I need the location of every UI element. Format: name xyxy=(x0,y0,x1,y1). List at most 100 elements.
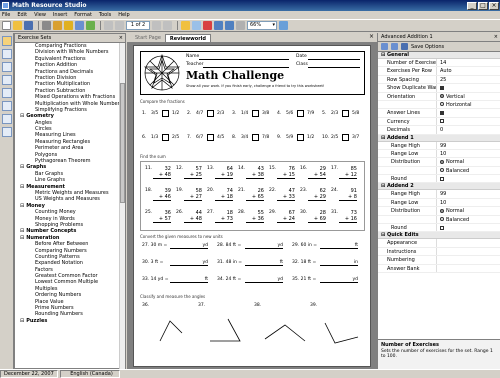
last-page-icon[interactable] xyxy=(163,21,172,30)
radio-button[interactable] xyxy=(440,217,444,222)
property-value[interactable] xyxy=(436,109,500,117)
checkbox[interactable] xyxy=(440,225,444,230)
property-row[interactable]: Distribution Normal xyxy=(378,158,500,167)
radio-button[interactable] xyxy=(440,102,444,107)
property-value[interactable] xyxy=(436,224,500,232)
property-value[interactable]: 14 xyxy=(436,59,500,67)
property-row[interactable]: Round xyxy=(378,175,500,184)
answer-line[interactable]: yd xyxy=(170,243,208,249)
answer-line[interactable]: yd xyxy=(245,243,283,249)
save-icon[interactable] xyxy=(401,43,408,50)
checkbox[interactable] xyxy=(440,119,444,124)
answer-line[interactable]: ft xyxy=(320,243,358,249)
property-value[interactable]: Auto xyxy=(436,67,500,75)
comparison-box[interactable] xyxy=(297,134,304,141)
menu-help[interactable]: Help xyxy=(118,12,129,18)
money-icon[interactable] xyxy=(2,114,12,124)
property-group[interactable]: General xyxy=(378,52,500,59)
property-value[interactable]: 99 xyxy=(436,141,500,149)
chart-icon[interactable] xyxy=(2,88,12,98)
answer-line[interactable]: yd xyxy=(170,260,208,266)
folder-icon[interactable] xyxy=(181,21,190,30)
answer-line[interactable]: yd xyxy=(320,277,358,283)
delete-icon[interactable] xyxy=(203,21,212,30)
menu-tools[interactable]: Tools xyxy=(99,12,111,18)
checkbox[interactable] xyxy=(440,85,444,90)
new-icon[interactable] xyxy=(2,21,11,30)
property-row[interactable]: Orientation Vertical xyxy=(378,92,500,101)
prev-page-icon[interactable] xyxy=(115,21,124,30)
quick-edit-row[interactable]: Answer Bank xyxy=(378,264,500,273)
comparison-box[interactable] xyxy=(162,110,169,117)
undo-icon[interactable] xyxy=(214,21,223,30)
quick-edit-value[interactable] xyxy=(436,247,500,256)
shuffle-icon[interactable] xyxy=(75,21,84,30)
table-icon[interactable] xyxy=(2,75,12,85)
property-value[interactable]: 0 xyxy=(436,126,500,134)
property-value[interactable] xyxy=(436,117,500,126)
help-icon[interactable] xyxy=(279,21,288,30)
quick-edit-value[interactable] xyxy=(436,264,500,272)
save-icon[interactable] xyxy=(24,21,33,30)
comparison-box[interactable] xyxy=(342,134,349,141)
answer-line[interactable]: in xyxy=(320,260,358,266)
property-row[interactable]: Answer Lines xyxy=(378,109,500,118)
radio-button[interactable] xyxy=(440,94,444,99)
property-row[interactable]: Horizontal xyxy=(378,100,500,110)
answer-line[interactable]: ft xyxy=(170,277,208,283)
property-row[interactable]: Balanced xyxy=(378,166,500,176)
quick-edit-row[interactable]: Instructions xyxy=(378,247,500,257)
comparison-box[interactable] xyxy=(207,134,214,141)
checkbox[interactable] xyxy=(440,176,444,181)
property-group[interactable]: Addend 2 xyxy=(378,183,500,191)
property-row[interactable]: Row Spacing 25 xyxy=(378,75,500,85)
print-icon[interactable] xyxy=(42,21,51,30)
property-value[interactable]: Balanced xyxy=(436,215,500,224)
ruler-icon[interactable] xyxy=(2,127,12,137)
menu-view[interactable]: View xyxy=(34,12,46,18)
quick-edit-row[interactable]: Appearance xyxy=(378,239,500,248)
property-value[interactable]: Normal xyxy=(436,158,500,166)
property-group[interactable]: Addend 1 xyxy=(378,134,500,142)
scrollbar-thumb[interactable] xyxy=(120,83,125,203)
property-value[interactable] xyxy=(436,175,500,183)
comparison-box[interactable] xyxy=(207,110,214,117)
property-value[interactable]: Normal xyxy=(436,207,500,215)
property-row[interactable]: Balanced xyxy=(378,215,500,225)
check-icon[interactable] xyxy=(86,21,95,30)
tree-category[interactable]: Puzzles xyxy=(15,318,118,324)
comparison-box[interactable] xyxy=(342,110,349,117)
property-value[interactable]: Horizontal xyxy=(436,100,500,109)
property-value[interactable] xyxy=(436,84,500,92)
redo-icon[interactable] xyxy=(225,21,234,30)
copy-icon[interactable] xyxy=(192,21,201,30)
answer-line[interactable]: ft xyxy=(245,260,283,266)
property-row[interactable]: Number of Exercises 14 xyxy=(378,59,500,68)
menu-format[interactable]: Format xyxy=(74,12,92,18)
property-value[interactable]: Balanced xyxy=(436,166,500,175)
categorized-icon[interactable] xyxy=(381,43,388,50)
property-row[interactable]: Range Low 10 xyxy=(378,149,500,159)
menu-edit[interactable]: Edit xyxy=(17,12,27,18)
page-indicator[interactable]: 1 of 2 xyxy=(126,21,150,30)
close-tab-icon[interactable]: × xyxy=(369,33,374,40)
property-row[interactable]: Range Low 10 xyxy=(378,198,500,208)
property-row[interactable]: Distribution Normal xyxy=(378,207,500,216)
answer-line[interactable]: yd xyxy=(245,277,283,283)
quick-edit-value[interactable] xyxy=(436,256,500,264)
property-row[interactable]: Exercises Per Row Auto xyxy=(378,67,500,76)
close-button[interactable]: × xyxy=(489,1,499,10)
tab-reviewworld[interactable]: Reviewworld xyxy=(164,34,211,42)
alphabetical-icon[interactable] xyxy=(391,43,398,50)
property-group[interactable]: Quick Edits xyxy=(378,232,500,240)
property-row[interactable]: Currency xyxy=(378,117,500,127)
close-panel-icon[interactable]: × xyxy=(119,34,123,43)
menu-file[interactable]: File xyxy=(2,12,10,18)
comparison-box[interactable] xyxy=(252,134,259,141)
property-value[interactable]: 10 xyxy=(436,198,500,207)
export-icon[interactable] xyxy=(53,21,62,30)
worksheet-icon[interactable] xyxy=(2,36,12,46)
comparison-box[interactable] xyxy=(252,110,259,117)
maximize-button[interactable]: □ xyxy=(478,1,488,10)
property-value[interactable]: Vertical xyxy=(436,92,500,100)
